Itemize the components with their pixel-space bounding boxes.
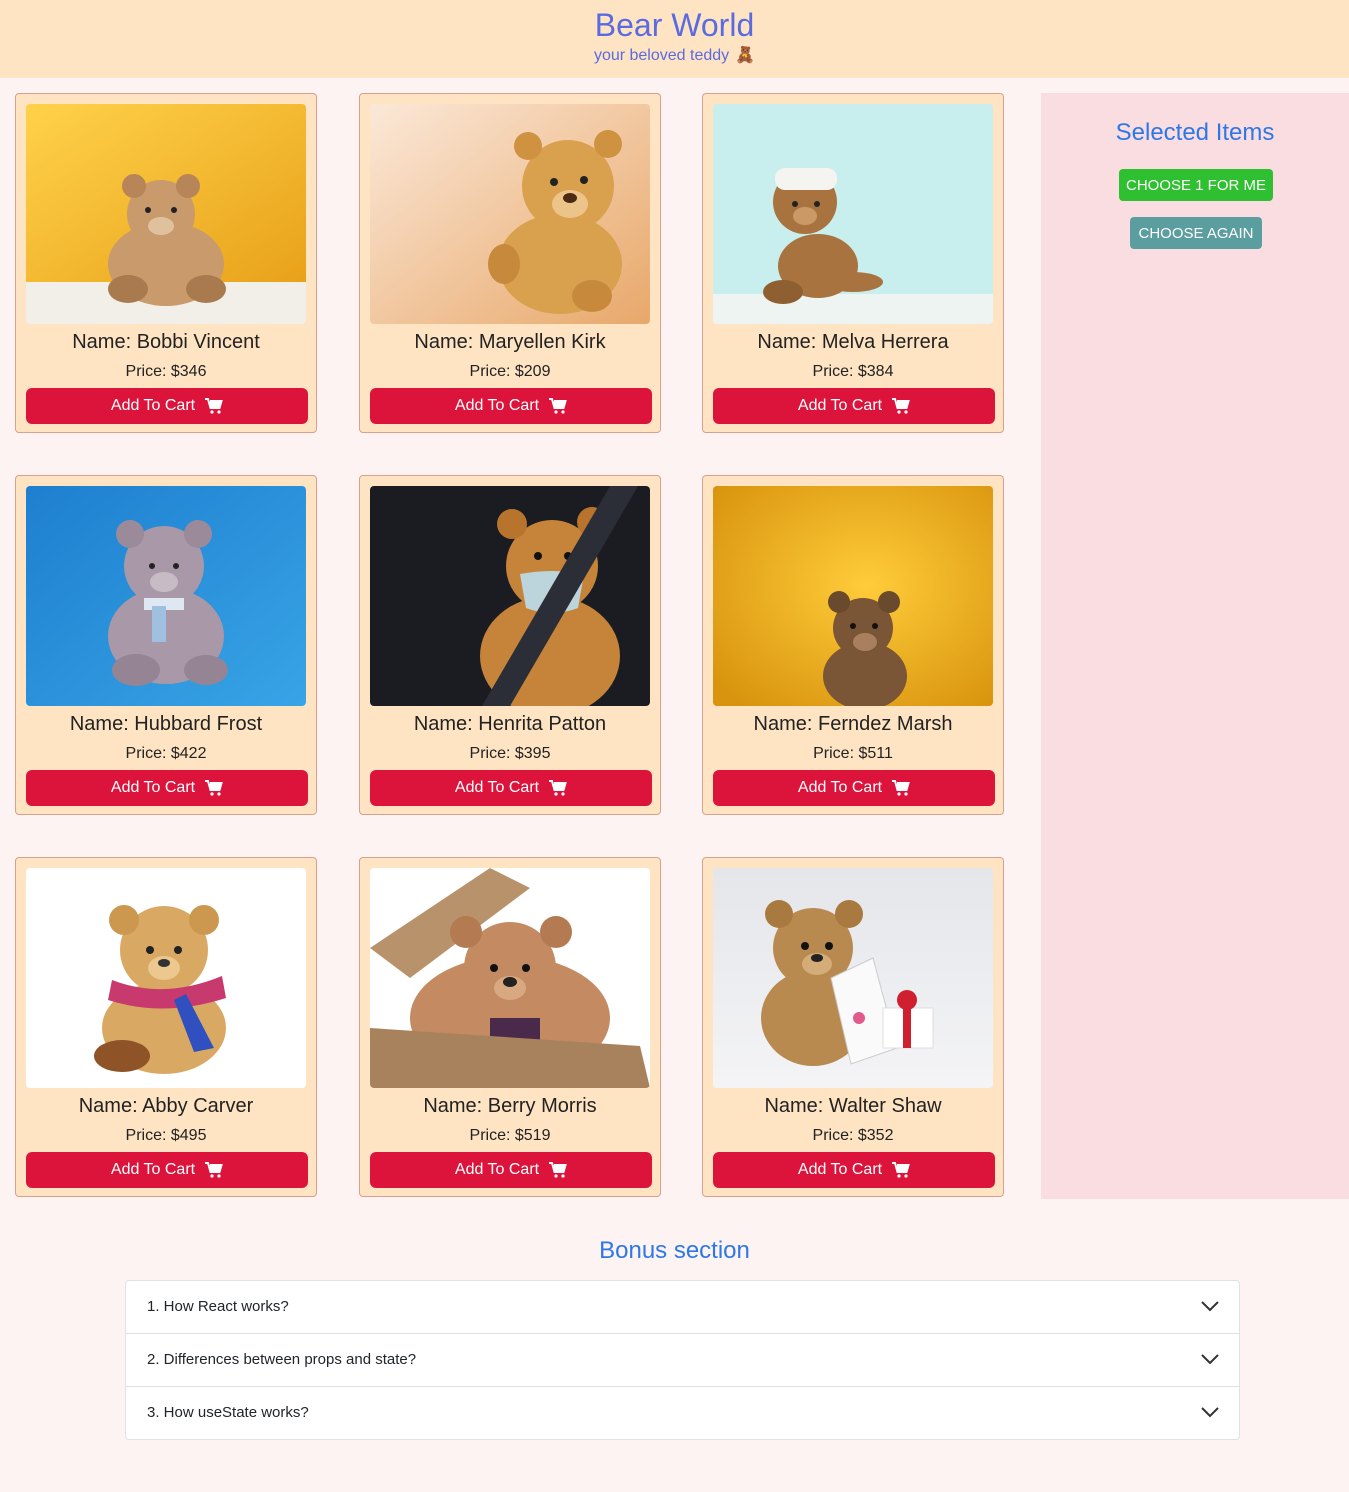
accordion-item[interactable]: 1. How React works?	[126, 1281, 1239, 1333]
add-to-cart-button[interactable]: Add To Cart	[370, 770, 652, 806]
add-to-cart-label: Add To Cart	[110, 1161, 196, 1178]
add-to-cart-button[interactable]: Add To Cart	[26, 388, 308, 424]
accordion-item-label: 1. How React works?	[147, 1298, 289, 1315]
product-image	[26, 104, 306, 324]
product-card: Name: Henrita Patton Price: $395 Add To …	[359, 475, 661, 815]
cart-icon	[892, 1162, 910, 1178]
cart-icon	[892, 398, 910, 414]
product-image	[713, 868, 993, 1088]
teddy-scarf-white-bg-image	[26, 868, 306, 1088]
cart-icon	[549, 398, 567, 414]
product-name: Name: Bobbi Vincent	[72, 331, 260, 353]
selected-items-title: Selected Items	[1115, 119, 1275, 146]
teddy-peach-bg-image	[370, 104, 650, 324]
add-to-cart-button[interactable]: Add To Cart	[713, 388, 995, 424]
add-to-cart-label: Add To Cart	[454, 779, 540, 796]
product-name: Name: Melva Herrera	[757, 331, 949, 353]
add-to-cart-label: Add To Cart	[454, 1161, 540, 1178]
selected-items-panel: Selected Items CHOOSE 1 FOR ME CHOOSE AG…	[1041, 93, 1349, 1199]
product-image	[26, 486, 306, 706]
site-header: Bear World your beloved teddy 🧸	[0, 0, 1349, 78]
accordion-item-label: 3. How useState works?	[147, 1404, 309, 1421]
product-card: Name: Abby Carver Price: $495 Add To Car…	[15, 857, 317, 1197]
site-subtitle: your beloved teddy 🧸	[0, 46, 1349, 66]
product-card: Name: Hubbard Frost Price: $422 Add To C…	[15, 475, 317, 815]
product-image	[370, 104, 650, 324]
product-card: Name: Ferndez Marsh Price: $511 Add To C…	[702, 475, 1004, 815]
product-name: Name: Hubbard Frost	[69, 713, 263, 735]
teddy-bandaged-mint-bg-image	[713, 104, 993, 324]
product-card: Name: Maryellen Kirk Price: $209 Add To …	[359, 93, 661, 433]
cart-icon	[205, 398, 223, 414]
site-tagline: your beloved teddy	[593, 47, 730, 64]
product-image	[370, 486, 650, 706]
chevron-down-icon	[1201, 1407, 1219, 1418]
add-to-cart-label: Add To Cart	[797, 1161, 883, 1178]
product-card: Name: Walter Shaw Price: $352 Add To Car…	[702, 857, 1004, 1197]
chevron-down-icon	[1201, 1301, 1219, 1312]
product-price: Price: $395	[469, 745, 551, 762]
product-name: Name: Henrita Patton	[413, 713, 607, 735]
product-image	[370, 868, 650, 1088]
teddy-emoji-icon: 🧸	[735, 47, 756, 64]
product-card: Name: Bobbi Vincent Price: $346 Add To C…	[15, 93, 317, 433]
bonus-accordion: 1. How React works? 2. Differences betwe…	[125, 1280, 1240, 1440]
product-price: Price: $511	[813, 745, 893, 762]
cart-icon	[549, 1162, 567, 1178]
product-name: Name: Ferndez Marsh	[753, 713, 953, 735]
add-to-cart-button[interactable]: Add To Cart	[26, 1152, 308, 1188]
cart-icon	[892, 780, 910, 796]
teddy-brown-yellow-bg-image	[713, 486, 993, 706]
teddy-gift-card-image	[713, 868, 993, 1088]
product-image	[713, 104, 993, 324]
product-card: Name: Berry Morris Price: $519 Add To Ca…	[359, 857, 661, 1197]
add-to-cart-label: Add To Cart	[797, 397, 883, 414]
cart-icon	[205, 1162, 223, 1178]
product-price: Price: $346	[125, 363, 207, 380]
add-to-cart-label: Add To Cart	[454, 397, 540, 414]
accordion-item-label: 2. Differences between props and state?	[147, 1351, 417, 1368]
product-image	[713, 486, 993, 706]
product-price: Price: $352	[812, 1127, 894, 1144]
product-name: Name: Maryellen Kirk	[414, 331, 606, 353]
product-name: Name: Berry Morris	[423, 1095, 597, 1117]
product-name: Name: Walter Shaw	[764, 1095, 942, 1117]
product-grid: Name: Bobbi Vincent Price: $346 Add To C…	[0, 78, 1021, 1214]
add-to-cart-button[interactable]: Add To Cart	[713, 1152, 995, 1188]
accordion-item[interactable]: 2. Differences between props and state?	[126, 1333, 1239, 1386]
accordion-item[interactable]: 3. How useState works?	[126, 1386, 1239, 1439]
product-price: Price: $519	[469, 1127, 551, 1144]
teddy-in-box-image	[370, 868, 650, 1088]
cart-icon	[205, 780, 223, 796]
add-to-cart-button[interactable]: Add To Cart	[370, 388, 652, 424]
product-name: Name: Abby Carver	[78, 1095, 254, 1117]
add-to-cart-button[interactable]: Add To Cart	[370, 1152, 652, 1188]
cart-icon	[549, 780, 567, 796]
add-to-cart-button[interactable]: Add To Cart	[713, 770, 995, 806]
product-price: Price: $384	[812, 363, 894, 380]
choose-one-button[interactable]: CHOOSE 1 FOR ME	[1119, 169, 1273, 201]
site-title: Bear World	[594, 7, 755, 43]
add-to-cart-label: Add To Cart	[110, 779, 196, 796]
add-to-cart-button[interactable]: Add To Cart	[26, 770, 308, 806]
product-price: Price: $422	[125, 745, 207, 762]
product-price: Price: $209	[469, 363, 551, 380]
product-image	[26, 868, 306, 1088]
teddy-mask-car-seat-image	[370, 486, 650, 706]
bonus-section-title: Bonus section	[599, 1237, 750, 1264]
add-to-cart-label: Add To Cart	[110, 397, 196, 414]
product-price: Price: $495	[125, 1127, 207, 1144]
teddy-yellow-bg-image	[26, 104, 306, 324]
product-card: Name: Melva Herrera Price: $384 Add To C…	[702, 93, 1004, 433]
chevron-down-icon	[1201, 1354, 1219, 1365]
teddy-grey-blue-bg-image	[26, 486, 306, 706]
choose-again-button[interactable]: CHOOSE AGAIN	[1130, 217, 1262, 249]
add-to-cart-label: Add To Cart	[797, 779, 883, 796]
